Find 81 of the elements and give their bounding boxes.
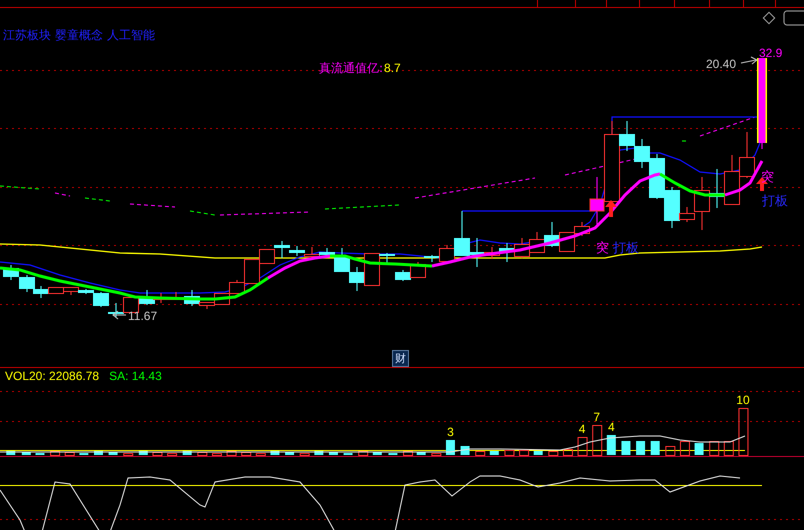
volume-bar [167,453,178,456]
volume-bar [314,451,324,455]
candlestick [19,274,35,292]
volume-bar [636,441,646,455]
volume-bar [197,452,208,456]
candlestick [514,238,530,258]
volume-bar [328,452,338,455]
volume-bar [694,443,704,455]
volume-bar [490,451,499,455]
volume-bar [475,451,486,456]
volume-bar [372,452,382,455]
volume-count-label: 7 [593,410,600,424]
high-price-label: 20.40 [706,57,736,71]
volume-bar [431,453,442,456]
volume-bar [182,451,192,455]
float-cap-value: 8.7 [384,61,401,75]
candlestick [529,232,545,253]
volume-bar [152,452,162,456]
volume-bar [548,451,558,456]
finance-badge[interactable]: 财 [392,350,409,367]
volume-bar [123,453,134,456]
volume-count-label: 3 [447,425,454,439]
volume-bar [256,453,266,456]
breakout-signal-label: 突 [761,170,774,185]
volume-bar [22,452,31,455]
sector-tag[interactable]: 江苏板块 [3,28,51,42]
low-price-label: 11.67 [128,309,158,323]
volume-bar [446,440,455,455]
volume-bar [212,453,222,456]
volume-bar [94,451,103,455]
candlestick [395,270,411,282]
candlestick [349,266,365,292]
board-signal-label: 打板 [762,194,788,209]
volume-count-label: 4 [578,422,586,436]
diamond-icon[interactable] [762,12,776,24]
candlestick [123,296,139,313]
volume-bar [138,451,148,455]
limit-price-label: 32.9 [759,46,782,60]
volume-bar [724,441,734,456]
sector-tag[interactable]: 婴童概念 [55,28,103,42]
leader-arrow [112,310,126,320]
volume-bar [226,451,237,456]
volume-bar [64,452,75,456]
volume-count-label: 10 [736,393,750,407]
candlestick [108,302,124,318]
volume-bar [300,453,310,456]
indicator-value: VOL20: 22086.78 [5,369,100,383]
volume-bar [562,449,573,456]
volume-bar [578,437,588,456]
volume-bar [50,451,60,456]
candlestick [739,132,755,178]
volume-bar [6,451,16,455]
candlestick [544,222,560,248]
board-signal-label: 打板 [613,241,639,256]
volume-bar [621,441,630,455]
volume-bar [108,452,118,455]
up-arrow-icon [605,200,617,217]
indicator-value: SA: 14.43 [109,369,162,383]
volume-bar [504,450,514,456]
volume-bar [519,450,530,456]
leader-arrow [740,56,758,64]
volume-bar [709,441,720,456]
volume-bar [680,441,690,456]
volume-bar [358,451,368,456]
float-cap-label: 真流通值亿: [319,61,384,75]
candlestick [3,264,19,280]
volume-count-label: 4 [608,420,615,434]
volume-bar [650,441,660,455]
volume-bar [270,451,280,455]
volume-bar [285,452,294,455]
volume-bar [241,452,252,456]
volume-bar [416,452,426,455]
volume-bar [403,451,414,456]
volume-bar [606,435,616,455]
volume-bar [738,408,748,456]
candlestick [724,154,740,206]
sector-tag[interactable]: 人工智能 [107,28,155,42]
volume-bar [665,446,676,456]
volume-bar [534,451,543,455]
breakout-signal-label: 突 [596,241,609,256]
volume-bar [592,425,602,456]
